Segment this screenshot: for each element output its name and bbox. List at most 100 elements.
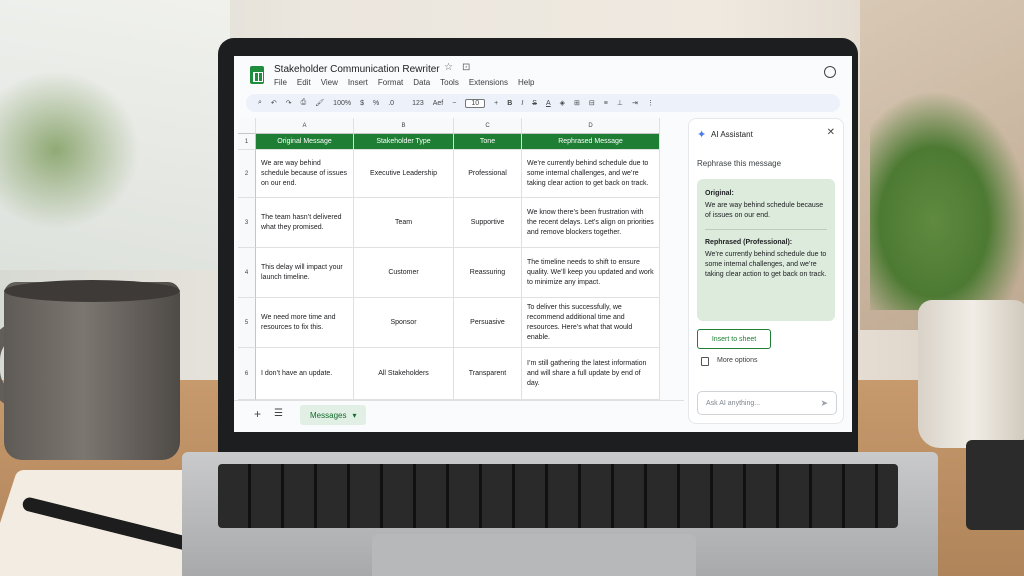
menu-data[interactable]: Data — [413, 78, 430, 87]
row-header-4[interactable]: 4 — [238, 248, 256, 298]
fill-color-icon[interactable]: ◈ — [560, 99, 565, 107]
table-cell[interactable]: Sponsor — [354, 298, 454, 348]
italic-icon[interactable]: I — [521, 100, 523, 107]
header-cell[interactable]: Tone — [454, 134, 522, 150]
redo-icon[interactable]: ↷ — [286, 99, 292, 107]
title-bar: Stakeholder Communication Rewriter ☆ ⊡ F… — [234, 56, 852, 92]
menu-format[interactable]: Format — [378, 78, 403, 87]
strikethrough-icon[interactable]: S — [532, 100, 537, 107]
table-cell[interactable]: Team — [354, 198, 454, 248]
header-cell[interactable]: Rephrased Message — [522, 134, 660, 150]
column-header-a[interactable]: A — [256, 118, 354, 134]
rephrased-label: Rephrased (Professional): — [705, 239, 793, 246]
row-header-1[interactable]: 1 — [238, 134, 256, 150]
font-size-decrease-icon[interactable]: − — [452, 100, 456, 107]
star-icon[interactable]: ☆ — [444, 62, 453, 73]
menu-extensions[interactable]: Extensions — [469, 78, 508, 87]
text-wrap-icon[interactable]: ⇥ — [632, 99, 638, 107]
chevron-down-icon[interactable]: ▾ — [352, 411, 356, 420]
original-text: We are way behind schedule because of is… — [705, 202, 824, 219]
horizontal-align-icon[interactable]: ≡ — [604, 100, 608, 107]
table-cell[interactable]: To deliver this successfully, we recomme… — [522, 298, 660, 348]
merge-cells-icon[interactable]: ⊟ — [589, 99, 595, 107]
column-header-b[interactable]: B — [354, 118, 454, 134]
laptop-keyboard — [218, 464, 898, 528]
font-size-input[interactable]: 10 — [465, 98, 486, 108]
menu-view[interactable]: View — [321, 78, 338, 87]
menu-edit[interactable]: Edit — [297, 78, 311, 87]
move-to-folder-icon[interactable]: ⊡ — [462, 62, 470, 73]
sheets-logo-icon[interactable] — [250, 66, 264, 84]
menu-file[interactable]: File — [274, 78, 287, 87]
close-icon[interactable]: ✕ — [827, 127, 835, 138]
background-plant — [0, 70, 140, 230]
table-cell[interactable]: The team hasn’t delivered what they prom… — [256, 198, 354, 248]
ask-ai-placeholder: Ask AI anything... — [706, 399, 761, 407]
menu-help[interactable]: Help — [518, 78, 534, 87]
laptop-screen: Stakeholder Communication Rewriter ☆ ⊡ F… — [234, 56, 852, 432]
table-cell[interactable]: Reassuring — [454, 248, 522, 298]
ai-assistant-panel: ✦ AI Assistant ✕ Rephrase this message O… — [688, 118, 844, 424]
table-cell[interactable]: Executive Leadership — [354, 150, 454, 198]
table-cell[interactable]: Transparent — [454, 348, 522, 400]
table-cell[interactable]: We are way behind schedule because of is… — [256, 150, 354, 198]
table-cell[interactable]: Supportive — [454, 198, 522, 248]
table-cell[interactable]: We know there’s been frustration with th… — [522, 198, 660, 248]
copy-icon[interactable] — [701, 357, 709, 366]
sheet-tab-messages[interactable]: Messages ▾ — [300, 405, 367, 425]
table-cell[interactable]: Customer — [354, 248, 454, 298]
coffee-mug — [4, 282, 180, 460]
document-title[interactable]: Stakeholder Communication Rewriter — [274, 64, 440, 75]
column-header-d[interactable]: D — [522, 118, 660, 134]
table-cell[interactable]: We’re currently behind schedule due to s… — [522, 150, 660, 198]
table-cell[interactable]: Professional — [454, 150, 522, 198]
borders-icon[interactable]: ⊞ — [574, 99, 580, 107]
ask-ai-input[interactable]: Ask AI anything... ➤ — [697, 391, 837, 415]
sheet-tab-bar: + ☰ Messages ▾ — [234, 400, 684, 432]
undo-icon[interactable]: ↶ — [271, 99, 277, 107]
table-cell[interactable]: Persuasive — [454, 298, 522, 348]
currency-format-button[interactable]: $ — [360, 100, 364, 107]
vertical-align-icon[interactable]: ⊥ — [617, 99, 623, 107]
all-sheets-icon[interactable]: ☰ — [274, 408, 283, 419]
send-icon[interactable]: ➤ — [820, 398, 828, 409]
search-menus-icon[interactable]: ⌕ — [258, 99, 262, 107]
zoom-select[interactable]: 100% — [333, 100, 351, 107]
insert-to-sheet-button[interactable]: Insert to sheet — [697, 329, 771, 349]
decrease-decimal-button[interactable]: .0 — [388, 100, 394, 107]
account-icon[interactable] — [824, 66, 836, 78]
print-icon[interactable]: ⎙ — [301, 99, 307, 107]
column-header-c[interactable]: C — [454, 118, 522, 134]
menu-bar: File Edit View Insert Format Data Tools … — [274, 78, 534, 87]
more-options-link[interactable]: More options — [717, 357, 757, 364]
number-format-select[interactable]: 123 — [412, 100, 424, 107]
table-cell[interactable]: This delay will impact your launch timel… — [256, 248, 354, 298]
menu-tools[interactable]: Tools — [440, 78, 459, 87]
spreadsheet-grid[interactable]: A B C D 1 2 3 4 5 6 Original Message Stakeholder Ty… — [238, 118, 684, 400]
table-cell[interactable]: The timeline needs to shift to ensure qu… — [522, 248, 660, 298]
bold-icon[interactable]: B — [507, 100, 512, 107]
row-header-6[interactable]: 6 — [238, 348, 256, 400]
result-card: Original: We are way behind schedule bec… — [697, 179, 835, 321]
add-sheet-icon[interactable]: + — [254, 407, 261, 421]
header-cell[interactable]: Original Message — [256, 134, 354, 150]
table-cell[interactable]: I don’t have an update. — [256, 348, 354, 400]
font-size-increase-icon[interactable]: + — [494, 100, 498, 107]
percent-format-button[interactable]: % — [373, 100, 379, 107]
row-header-5[interactable]: 5 — [238, 298, 256, 348]
card-divider — [705, 229, 827, 230]
paint-format-icon[interactable]: 🖌 — [315, 99, 324, 107]
table-cell[interactable]: All Stakeholders — [354, 348, 454, 400]
font-select[interactable]: Aef — [433, 100, 444, 107]
menu-insert[interactable]: Insert — [348, 78, 368, 87]
plant-pot — [918, 300, 1024, 448]
sheet-tab-label: Messages — [310, 410, 347, 420]
text-color-icon[interactable]: A — [546, 100, 551, 107]
row-header-2[interactable]: 2 — [238, 150, 256, 198]
table-cell[interactable]: I’m still gathering the latest informati… — [522, 348, 660, 400]
more-toolbar-icon[interactable]: ⋮ — [647, 99, 654, 107]
select-all-corner[interactable] — [238, 118, 256, 134]
row-header-3[interactable]: 3 — [238, 198, 256, 248]
header-cell[interactable]: Stakeholder Type — [354, 134, 454, 150]
table-cell[interactable]: We need more time and resources to fix t… — [256, 298, 354, 348]
